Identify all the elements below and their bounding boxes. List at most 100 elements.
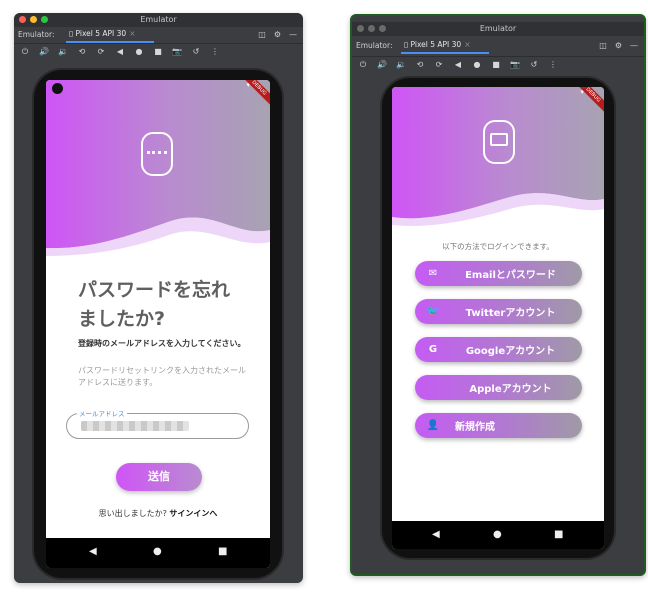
gear-icon[interactable]: ⚙ [274, 30, 281, 39]
device-tab[interactable]: ▯ Pixel 5 API 30 × [404, 40, 471, 49]
status-bar: ▾ ▮ [46, 80, 270, 94]
mail-icon: ✉ [428, 268, 438, 279]
tab-bar: Emulator: ▯ Pixel 5 API 30 × ◫ ⚙ — [352, 38, 644, 54]
signin-row: 思い出しましたか? サインインへ [46, 508, 270, 519]
rotate-left-icon[interactable]: ⟲ [77, 47, 87, 56]
device-tab-label: Pixel 5 API 30 [75, 29, 127, 38]
snapshot-icon[interactable]: ↺ [191, 47, 201, 56]
email-field-value [81, 421, 189, 431]
tab-bar: Emulator: ▯ Pixel 5 API 30 × ◫ ⚙ — [14, 27, 303, 43]
more-icon[interactable]: ⋮ [210, 47, 220, 56]
emulator-window-left: Emulator Emulator: ▯ Pixel 5 API 30 × ◫ ⚙… [14, 13, 303, 583]
minimize-window-button[interactable] [30, 16, 37, 23]
rotate-left-icon[interactable]: ⟲ [415, 60, 425, 69]
twitter-login-label: Twitterアカウント [465, 308, 556, 319]
email-login-button[interactable]: ✉ Emailとパスワード [415, 261, 582, 286]
subtitle: 登録時のメールアドレスを入力してください。 [78, 339, 246, 348]
camera-icon[interactable]: 📷 [510, 60, 520, 69]
email-login-label: Emailとパスワード [465, 270, 556, 281]
signup-label: 新規作成 [455, 422, 495, 433]
layout-icon[interactable]: ◫ [258, 30, 266, 39]
minimize-window-button[interactable] [368, 25, 375, 32]
volume-down-icon[interactable]: 🔉 [396, 60, 406, 69]
snapshot-icon[interactable]: ↺ [529, 60, 539, 69]
camera-hole [52, 83, 63, 94]
layout-icon[interactable]: ◫ [599, 41, 607, 50]
window-title: Emulator [479, 24, 517, 33]
apple-login-button[interactable]: Appleアカウント [415, 375, 582, 400]
device-tab-label: Pixel 5 API 30 [410, 40, 462, 49]
google-icon: G [428, 344, 438, 355]
gear-icon[interactable]: ⚙ [615, 41, 622, 50]
emulator-window-right: Emulator Emulator: ▯ Pixel 5 API 30 × ◫ ⚙… [350, 14, 646, 576]
android-nav-bar: ◀ ● ■ [46, 538, 270, 568]
nav-home-icon[interactable]: ● [493, 529, 502, 540]
more-icon[interactable]: ⋮ [548, 60, 558, 69]
nav-recents-icon[interactable]: ■ [218, 546, 227, 557]
title-bar: Emulator [14, 13, 303, 27]
minimize-icon[interactable]: — [289, 30, 297, 39]
description: パスワードリセットリンクを入力されたメールアドレスに送ります。 [78, 366, 246, 387]
signin-link[interactable]: サインインへ [169, 509, 217, 518]
overview-icon[interactable]: ■ [153, 47, 163, 56]
emulator-label: Emulator: [356, 41, 393, 50]
close-window-button[interactable] [19, 16, 26, 23]
window-controls [19, 16, 48, 23]
signin-prompt: 思い出しましたか? [98, 509, 167, 518]
email-field-label: メールアドレス [77, 408, 127, 418]
title-bar: Emulator [352, 22, 644, 36]
email-field[interactable]: メールアドレス [66, 408, 249, 439]
home-icon[interactable]: ● [472, 60, 482, 69]
device-tab[interactable]: ▯ Pixel 5 API 30 × [69, 29, 136, 38]
close-tab-icon[interactable]: × [129, 29, 135, 38]
phone-screen: ▾ ▮ DEBUG 以下の方法でログインできます。 ✉ Emailとパスワード … [392, 87, 604, 549]
nav-home-icon[interactable]: ● [153, 546, 162, 557]
power-icon[interactable]: ⏻ [20, 47, 30, 57]
tab-actions: ◫ ⚙ — [599, 41, 638, 50]
back-icon[interactable]: ◀ [115, 47, 125, 56]
store-logo-icon [483, 120, 515, 164]
volume-down-icon[interactable]: 🔉 [58, 47, 68, 56]
nav-back-icon[interactable]: ◀ [432, 529, 440, 540]
emulator-toolbar: ⏻ 🔊 🔉 ⟲ ⟳ ◀ ● ■ 📷 ↺ ⋮ [352, 56, 644, 72]
camera-icon[interactable]: 📷 [172, 47, 182, 56]
overview-icon[interactable]: ■ [491, 60, 501, 69]
phone-frame: ▾ ▮ DEBUG パスワードを忘れましたか? 登録時のメールアドレスを入力して… [34, 70, 282, 578]
google-login-label: Googleアカウント [465, 346, 556, 357]
tab-underline [401, 52, 489, 54]
android-nav-bar: ◀ ● ■ [392, 521, 604, 549]
google-login-button[interactable]: G Googleアカウント [415, 337, 582, 362]
phone-frame: ▾ ▮ DEBUG 以下の方法でログインできます。 ✉ Emailとパスワード … [382, 78, 614, 558]
close-tab-icon[interactable]: × [464, 40, 470, 49]
rotate-right-icon[interactable]: ⟳ [434, 60, 444, 69]
twitter-icon: 🐦 [426, 306, 440, 317]
window-title: Emulator [140, 15, 177, 24]
app-logo-icon [141, 132, 173, 176]
submit-button-label: 送信 [148, 470, 170, 483]
zoom-window-button[interactable] [379, 25, 386, 32]
volume-up-icon[interactable]: 🔊 [39, 47, 49, 56]
volume-up-icon[interactable]: 🔊 [377, 60, 387, 69]
back-icon[interactable]: ◀ [453, 60, 463, 69]
signup-button[interactable]: 👤 新規作成 [415, 413, 582, 438]
rotate-right-icon[interactable]: ⟳ [96, 47, 106, 56]
page-title: パスワードを忘れましたか? [78, 279, 231, 330]
home-icon[interactable]: ● [134, 47, 144, 56]
close-window-button[interactable] [357, 25, 364, 32]
tab-actions: ◫ ⚙ — [258, 30, 297, 39]
status-bar: ▾ ▮ [392, 87, 604, 99]
emulator-toolbar: ⏻ 🔊 🔉 ⟲ ⟳ ◀ ● ■ 📷 ↺ ⋮ [14, 43, 303, 59]
window-controls [357, 25, 386, 32]
login-intro: 以下の方法でログインできます。 [442, 242, 554, 251]
add-person-icon: 👤 [426, 420, 440, 431]
minimize-icon[interactable]: — [630, 41, 638, 50]
nav-back-icon[interactable]: ◀ [89, 546, 97, 557]
nav-recents-icon[interactable]: ■ [554, 529, 563, 540]
phone-screen: ▾ ▮ DEBUG パスワードを忘れましたか? 登録時のメールアドレスを入力して… [46, 80, 270, 568]
apple-login-label: Appleアカウント [469, 384, 552, 395]
power-icon[interactable]: ⏻ [358, 60, 368, 70]
submit-button[interactable]: 送信 [116, 463, 202, 491]
emulator-label: Emulator: [18, 30, 55, 39]
twitter-login-button[interactable]: 🐦 Twitterアカウント [415, 299, 582, 324]
zoom-window-button[interactable] [41, 16, 48, 23]
